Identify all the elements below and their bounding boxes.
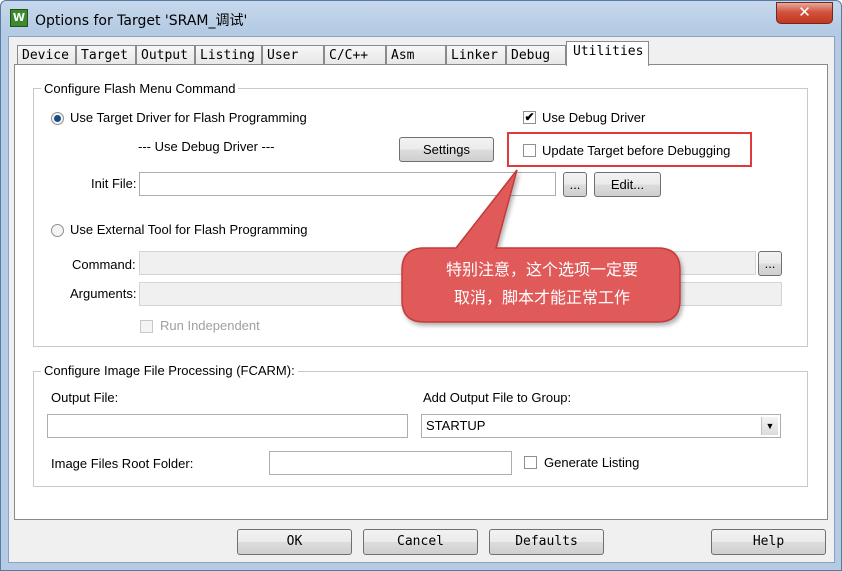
- tab-utilities[interactable]: Utilities: [566, 41, 649, 66]
- root-folder-input[interactable]: [269, 451, 512, 475]
- output-file-input[interactable]: [47, 414, 408, 438]
- image-group-title: Configure Image File Processing (FCARM):: [41, 363, 298, 378]
- output-file-label: Output File:: [51, 390, 119, 405]
- cancel-button[interactable]: Cancel: [363, 529, 478, 555]
- annotation-line-1: 特别注意，这个选项一定要: [445, 260, 638, 279]
- group-select-value: STARTUP: [426, 418, 486, 433]
- ok-button[interactable]: OK: [237, 529, 352, 555]
- group-select[interactable]: STARTUP ▼: [421, 414, 781, 438]
- annotation-line-2: 取消，脚本才能正常工作: [453, 288, 630, 307]
- add-output-group-label: Add Output File to Group:: [423, 390, 572, 405]
- help-button[interactable]: Help: [711, 529, 826, 555]
- generate-listing-label[interactable]: Generate Listing: [544, 455, 639, 470]
- annotation-text: 特别注意，这个选项一定要 取消，脚本才能正常工作: [406, 256, 678, 312]
- generate-listing-checkbox[interactable]: [524, 456, 537, 469]
- root-folder-label: Image Files Root Folder:: [51, 456, 194, 471]
- chevron-down-icon[interactable]: ▼: [761, 417, 778, 435]
- defaults-button[interactable]: Defaults: [489, 529, 604, 555]
